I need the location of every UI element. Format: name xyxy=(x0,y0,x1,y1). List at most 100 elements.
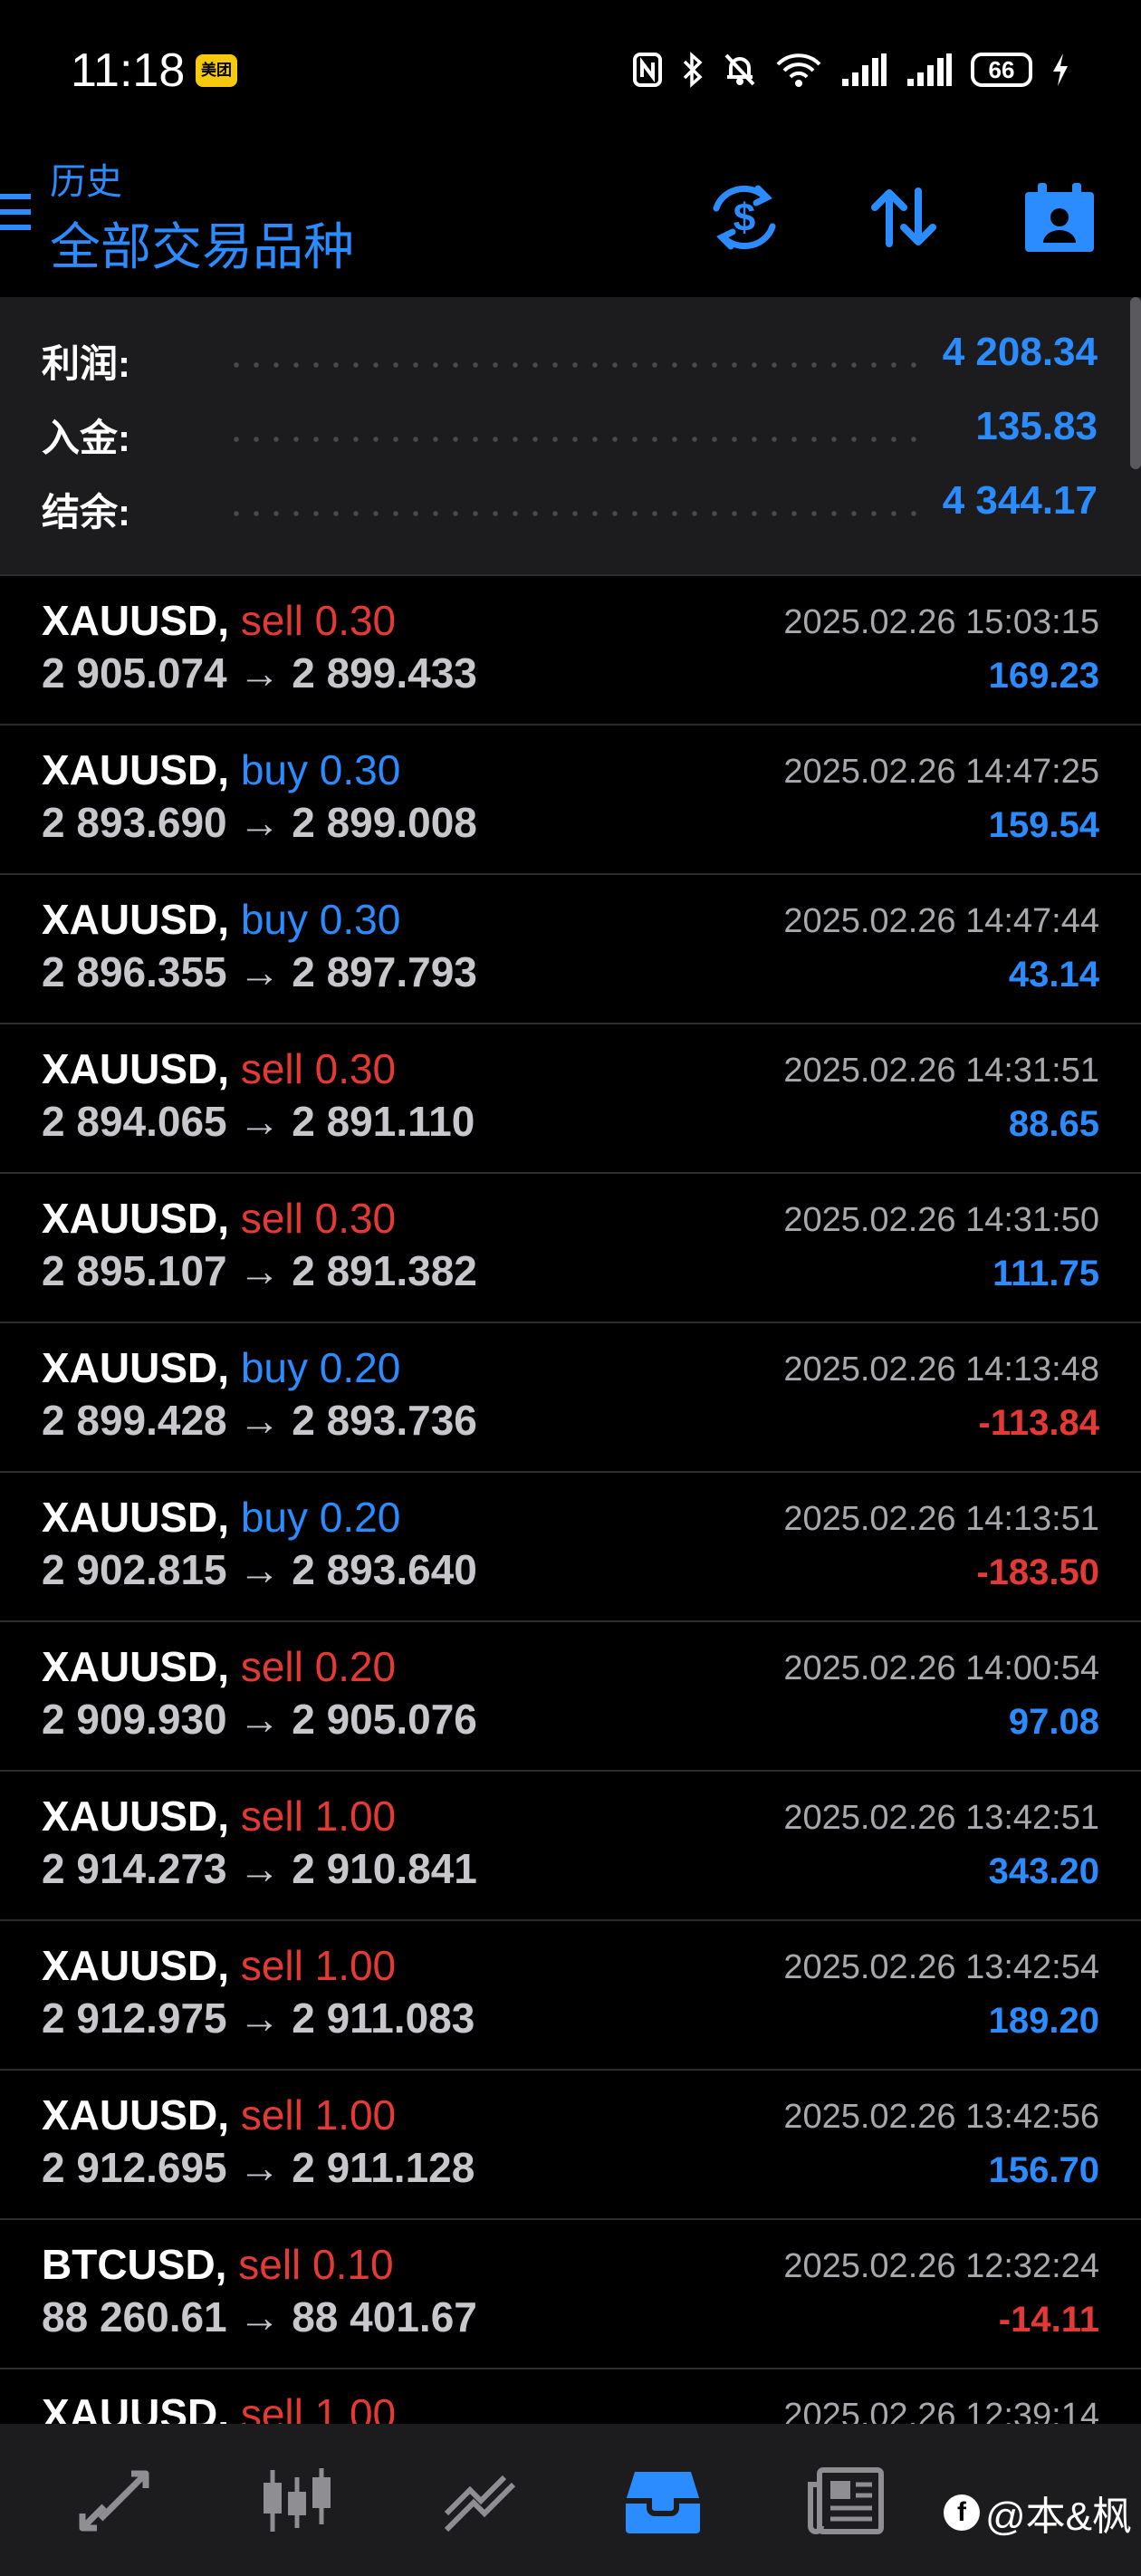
trade-side-volume: sell 1.00 xyxy=(240,1942,397,1989)
symbol-filter-title[interactable]: 全部交易品种 xyxy=(50,207,354,280)
scrollbar-thumb[interactable] xyxy=(1130,297,1141,469)
wifi-icon xyxy=(776,53,821,87)
trade-row[interactable]: BTCUSD, sell 0.10 88 260.61 → 88 401.67 … xyxy=(0,2218,1141,2368)
trade-profit: 111.75 xyxy=(992,1254,1099,1293)
trade-title: XAUUSD, buy 0.30 xyxy=(42,895,400,944)
history-summary: 利润: 4 208.34 入金: 135.83 结余: 4 344.17 xyxy=(0,297,1141,574)
trade-symbol: XAUUSD, xyxy=(42,1195,230,1242)
calendar-user-icon xyxy=(1025,183,1094,252)
trade-prices: 2 914.273 → 2 910.841 xyxy=(42,1844,477,1893)
arrow-right-icon: → xyxy=(238,1994,281,2042)
nav-news[interactable] xyxy=(801,2460,891,2542)
trade-title: XAUUSD, sell 0.20 xyxy=(42,1642,396,1691)
social-logo-icon: f xyxy=(943,2494,980,2531)
close-price: 2 891.382 xyxy=(292,1247,477,1294)
open-price: 2 899.428 xyxy=(42,1397,227,1444)
trade-side-volume: sell 1.00 xyxy=(240,2390,397,2424)
clock: 11:18 xyxy=(71,44,186,97)
trade-prices: 2 912.975 → 2 911.083 xyxy=(42,1994,475,2043)
nav-trade[interactable] xyxy=(435,2460,525,2542)
trade-side-volume: sell 1.00 xyxy=(240,2091,397,2139)
trade-profit: 189.20 xyxy=(988,2001,1099,2041)
profit-label: 利润: xyxy=(42,342,130,385)
trade-title: BTCUSD, sell 0.10 xyxy=(42,2240,394,2289)
trade-row[interactable]: XAUUSD, sell 0.20 2 909.930 → 2 905.076 … xyxy=(0,1620,1141,1770)
dotted-leader xyxy=(226,437,924,442)
trade-history-list[interactable]: XAUUSD, sell 0.30 2 905.074 → 2 899.433 … xyxy=(0,574,1141,2424)
trade-row[interactable]: XAUUSD, sell 0.30 2 905.074 → 2 899.433 … xyxy=(0,574,1141,724)
trade-row[interactable]: XAUUSD, buy 0.30 2 893.690 → 2 899.008 2… xyxy=(0,724,1141,873)
deposit-currency-button[interactable]: $ xyxy=(699,172,790,263)
charging-icon xyxy=(1053,53,1068,86)
trade-title: XAUUSD, sell 0.30 xyxy=(42,596,396,645)
trade-row[interactable]: XAUUSD, sell 1.00 2 912.975 → 2 911.083 … xyxy=(0,1919,1141,2069)
dotted-leader xyxy=(226,362,924,368)
trade-side-volume: buy 0.30 xyxy=(240,896,401,943)
trade-row[interactable]: XAUUSD, sell 1.00 2 912.695 → 2 911.128 … xyxy=(0,2069,1141,2218)
close-price: 2 911.128 xyxy=(292,2144,475,2191)
trade-time: 2025.02.26 14:13:51 xyxy=(783,1500,1099,1538)
watermark-text: @本&枫 xyxy=(984,2494,1132,2539)
trade-row[interactable]: XAUUSD, sell 1.00 2025.02.26 12:39:14 xyxy=(0,2368,1141,2424)
trade-prices: 2 899.428 → 2 893.736 xyxy=(42,1396,477,1445)
deposit-row: 入金: 135.83 xyxy=(0,399,1141,462)
trade-symbol: XAUUSD, xyxy=(42,2390,230,2424)
calendar-button[interactable] xyxy=(1014,172,1105,263)
chart-icon xyxy=(264,2468,331,2532)
arrow-right-icon: → xyxy=(238,799,281,846)
trade-symbol: XAUUSD, xyxy=(42,746,230,793)
trade-symbol: XAUUSD, xyxy=(42,1045,230,1092)
trade-row[interactable]: XAUUSD, buy 0.30 2 896.355 → 2 897.793 2… xyxy=(0,873,1141,1023)
profit-value: 4 208.34 xyxy=(942,330,1098,374)
menu-icon[interactable] xyxy=(0,190,33,235)
trade-profit: -183.50 xyxy=(976,1552,1099,1592)
trade-profit: 343.20 xyxy=(988,1851,1099,1891)
trade-time: 2025.02.26 15:03:15 xyxy=(783,603,1099,641)
signal-icon-1 xyxy=(842,53,887,86)
trade-side-volume: sell 0.30 xyxy=(240,597,397,644)
trade-icon xyxy=(444,2475,516,2533)
trade-symbol: XAUUSD, xyxy=(42,1793,230,1840)
status-bar: 11:18 美团 66 xyxy=(0,0,1141,136)
trade-prices: 2 894.065 → 2 891.110 xyxy=(42,1097,475,1146)
trade-row[interactable]: XAUUSD, buy 0.20 2 899.428 → 2 893.736 2… xyxy=(0,1322,1141,1471)
open-price: 2 893.690 xyxy=(42,799,227,846)
dotted-leader xyxy=(226,511,924,516)
trade-prices: 2 893.690 → 2 899.008 xyxy=(42,798,477,847)
trade-profit: 43.14 xyxy=(1008,955,1099,995)
trade-side-volume: sell 0.10 xyxy=(238,2241,394,2288)
trade-title: XAUUSD, sell 0.30 xyxy=(42,1044,396,1093)
bottom-navigation: f @本&枫 xyxy=(0,2424,1141,2576)
close-price: 2 911.083 xyxy=(292,1994,475,2042)
sort-button[interactable] xyxy=(858,172,949,263)
trade-symbol: XAUUSD, xyxy=(42,1494,230,1541)
trade-symbol: XAUUSD, xyxy=(42,896,230,943)
nav-quotes[interactable] xyxy=(69,2460,159,2542)
trade-row[interactable]: XAUUSD, sell 1.00 2 914.273 → 2 910.841 … xyxy=(0,1770,1141,1919)
trade-title: XAUUSD, sell 1.00 xyxy=(42,2091,396,2139)
battery-icon: 66 xyxy=(971,53,1032,87)
close-price: 2 899.433 xyxy=(292,649,477,697)
trade-row[interactable]: XAUUSD, sell 0.30 2 895.107 → 2 891.382 … xyxy=(0,1172,1141,1322)
arrow-right-icon: → xyxy=(238,1845,281,1892)
arrow-right-icon: → xyxy=(238,1696,281,1743)
app-header: 历史 全部交易品种 $ xyxy=(0,136,1141,297)
trade-profit: -14.11 xyxy=(998,2300,1099,2340)
trade-profit: 159.54 xyxy=(988,805,1099,845)
trade-row[interactable]: XAUUSD, sell 0.30 2 894.065 → 2 891.110 … xyxy=(0,1023,1141,1172)
trade-title: XAUUSD, buy 0.30 xyxy=(42,745,400,794)
deposit-label: 入金: xyxy=(42,417,130,459)
nav-chart[interactable] xyxy=(252,2460,342,2542)
trade-title: XAUUSD, sell 0.30 xyxy=(42,1194,396,1243)
trade-title: XAUUSD, sell 1.00 xyxy=(42,1792,396,1841)
trade-symbol: XAUUSD, xyxy=(42,1942,230,1989)
open-price: 2 905.074 xyxy=(42,649,227,697)
nav-history[interactable] xyxy=(618,2460,708,2542)
trade-side-volume: sell 0.20 xyxy=(240,1643,397,1690)
trade-symbol: XAUUSD, xyxy=(42,2091,230,2139)
trade-time: 2025.02.26 12:39:14 xyxy=(783,2397,1099,2424)
arrow-right-icon: → xyxy=(238,1247,281,1294)
trade-prices: 2 912.695 → 2 911.128 xyxy=(42,2143,475,2192)
header-subtitle: 历史 xyxy=(50,162,122,202)
trade-row[interactable]: XAUUSD, buy 0.20 2 902.815 → 2 893.640 2… xyxy=(0,1471,1141,1620)
